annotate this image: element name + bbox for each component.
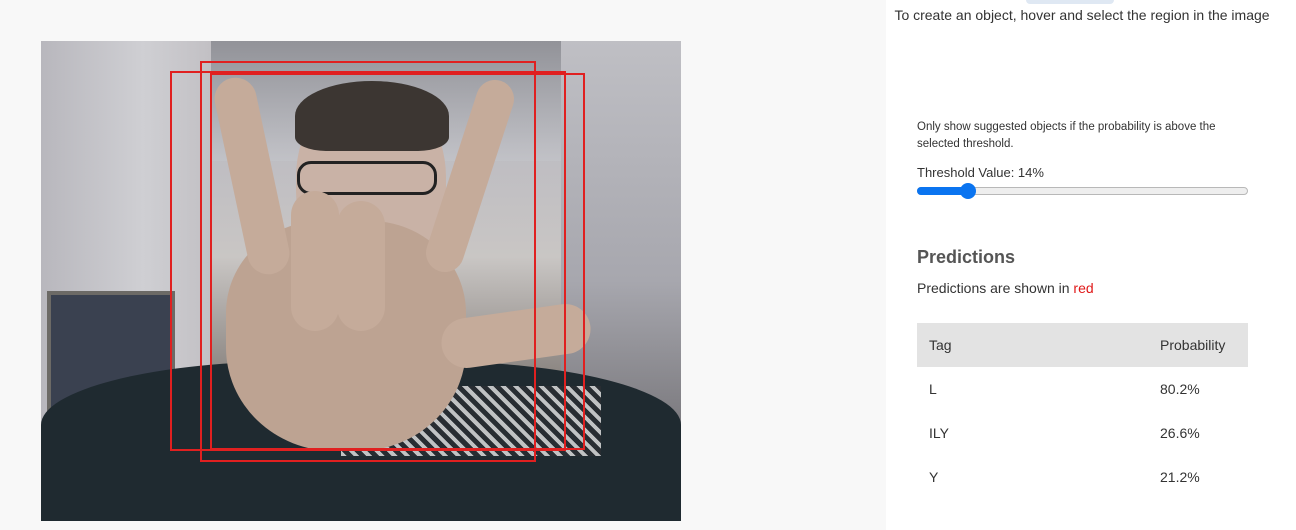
cell-probability: 80.2% xyxy=(1160,381,1200,397)
cell-tag: Y xyxy=(929,469,939,485)
cell-tag: L xyxy=(929,381,937,397)
table-row[interactable]: L 80.2% xyxy=(917,367,1248,411)
cell-tag: ILY xyxy=(929,425,949,441)
threshold-value-label: Threshold Value: 14% xyxy=(917,165,1044,180)
cell-probability: 26.6% xyxy=(1160,425,1200,441)
side-panel: To create an object, hover and select th… xyxy=(886,0,1296,530)
predictions-title: Predictions xyxy=(917,247,1016,267)
column-header-tag: Tag xyxy=(917,323,1148,367)
predictions-note-text: Predictions are shown in xyxy=(917,280,1074,296)
threshold-help-text: Only show suggested objects if the proba… xyxy=(917,121,1216,150)
table-row[interactable]: Y 21.2% xyxy=(917,455,1248,499)
tagging-image[interactable] xyxy=(41,41,681,521)
create-object-hint: To create an object, hover and select th… xyxy=(894,7,1270,23)
image-canvas-area xyxy=(0,0,886,530)
slider-thumb[interactable] xyxy=(960,183,976,199)
predictions-note: Predictions are shown in red xyxy=(917,280,1094,296)
column-header-probability: Probability xyxy=(1148,323,1248,367)
predictions-note-color-word: red xyxy=(1073,280,1094,296)
hint-illustration-edge xyxy=(1026,0,1114,4)
prediction-box[interactable] xyxy=(210,73,585,450)
table-row[interactable]: ILY 26.6% xyxy=(917,411,1248,455)
table-header-row: Tag Probability xyxy=(917,323,1248,367)
threshold-slider[interactable] xyxy=(917,183,1248,199)
cell-probability: 21.2% xyxy=(1160,469,1200,485)
predictions-table: Tag Probability L 80.2% ILY 26.6% Y 21.2… xyxy=(917,323,1248,499)
